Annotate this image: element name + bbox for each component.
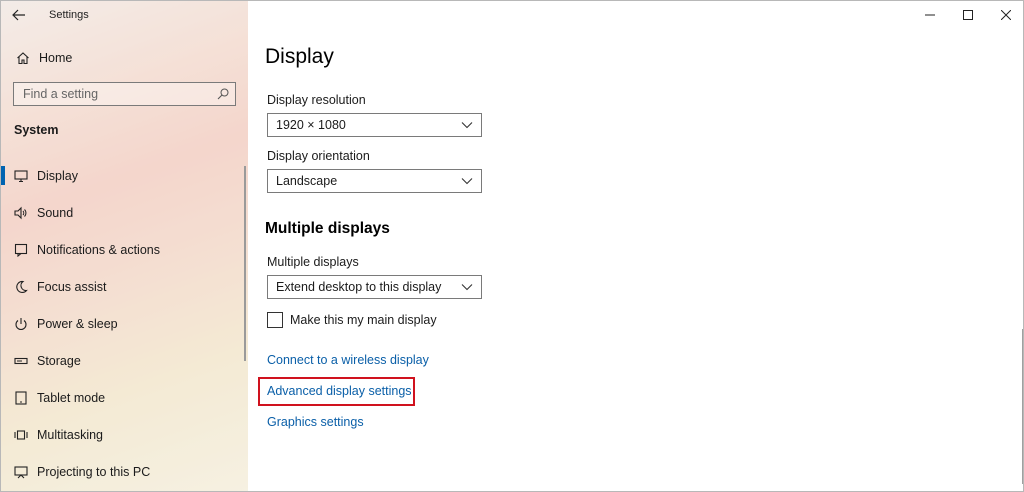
sidebar-item-focus-assist[interactable]: Focus assist [1, 268, 248, 305]
close-button[interactable] [987, 1, 1023, 29]
home-icon [15, 50, 31, 66]
tablet-icon [13, 390, 29, 406]
search-icon[interactable] [211, 83, 235, 105]
section-title-system: System [14, 123, 59, 137]
app-title: Settings [49, 9, 89, 21]
main-content: Display Display resolution 1920 × 1080 D… [248, 1, 1023, 491]
sidebar-item-label: Display [37, 168, 78, 183]
sidebar-item-label: Power & sleep [37, 316, 118, 331]
titlebar-left: Settings [1, 1, 248, 29]
graphics-settings-link[interactable]: Graphics settings [267, 415, 364, 429]
resolution-dropdown[interactable]: 1920 × 1080 [267, 113, 482, 137]
resolution-label: Display resolution [267, 93, 366, 107]
page-title: Display [265, 45, 334, 68]
advanced-display-settings-link[interactable]: Advanced display settings [267, 384, 412, 398]
sidebar-item-display[interactable]: Display [1, 157, 248, 194]
speaker-icon [13, 205, 29, 221]
multiple-displays-label: Multiple displays [267, 255, 359, 269]
minimize-button[interactable] [911, 1, 949, 29]
sidebar-item-label: Projecting to this PC [37, 464, 151, 479]
chevron-down-icon [461, 175, 473, 187]
sidebar-item-label: Notifications & actions [37, 242, 160, 257]
maximize-icon [963, 10, 973, 20]
main-display-checkbox[interactable] [267, 312, 283, 328]
home-label: Home [39, 51, 73, 65]
multiple-displays-value: Extend desktop to this display [276, 280, 442, 294]
connect-wireless-display-link[interactable]: Connect to a wireless display [267, 353, 429, 367]
sidebar-item-home[interactable]: Home [1, 43, 248, 73]
sidebar-item-label: Multitasking [37, 427, 103, 442]
close-icon [1001, 10, 1011, 20]
sidebar-item-label: Focus assist [37, 279, 107, 294]
sidebar-item-storage[interactable]: Storage [1, 342, 248, 379]
sidebar-item-notifications[interactable]: Notifications & actions [1, 231, 248, 268]
minimize-icon [925, 14, 935, 16]
multiple-displays-dropdown[interactable]: Extend desktop to this display [267, 275, 482, 299]
sidebar: Settings Home System [1, 1, 248, 491]
orientation-dropdown[interactable]: Landscape [267, 169, 482, 193]
sidebar-item-label: Storage [37, 353, 81, 368]
sidebar-item-tablet-mode[interactable]: Tablet mode [1, 379, 248, 416]
monitor-icon [13, 168, 29, 184]
power-icon [13, 316, 29, 332]
moon-icon [13, 279, 29, 295]
main-display-checkbox-row[interactable]: Make this my main display [267, 312, 437, 328]
sidebar-item-label: Sound [37, 205, 74, 220]
search-box[interactable] [13, 82, 236, 106]
sidebar-item-sound[interactable]: Sound [1, 194, 248, 231]
multitasking-icon [13, 427, 29, 443]
sidebar-item-label: Tablet mode [37, 390, 106, 405]
main-display-checkbox-label: Make this my main display [290, 313, 437, 327]
notification-icon [13, 242, 29, 258]
maximize-button[interactable] [949, 1, 987, 29]
sidebar-item-projecting[interactable]: Projecting to this PC [1, 453, 248, 490]
storage-icon [13, 353, 29, 369]
orientation-value: Landscape [276, 174, 338, 188]
sidebar-nav: Display Sound Notifications & actions Fo… [1, 157, 248, 490]
back-button[interactable] [1, 1, 37, 29]
projecting-icon [13, 464, 29, 480]
resolution-value: 1920 × 1080 [276, 118, 346, 132]
sidebar-scrollbar[interactable] [244, 166, 246, 361]
chevron-down-icon [461, 119, 473, 131]
multiple-displays-heading: Multiple displays [265, 220, 390, 237]
sidebar-item-multitasking[interactable]: Multitasking [1, 416, 248, 453]
sidebar-item-power-sleep[interactable]: Power & sleep [1, 305, 248, 342]
search-input[interactable] [23, 87, 203, 101]
settings-window: Settings Home System [0, 0, 1024, 492]
window-controls [911, 1, 1023, 29]
back-arrow-icon [12, 9, 25, 21]
chevron-down-icon [461, 281, 473, 293]
orientation-label: Display orientation [267, 149, 370, 163]
